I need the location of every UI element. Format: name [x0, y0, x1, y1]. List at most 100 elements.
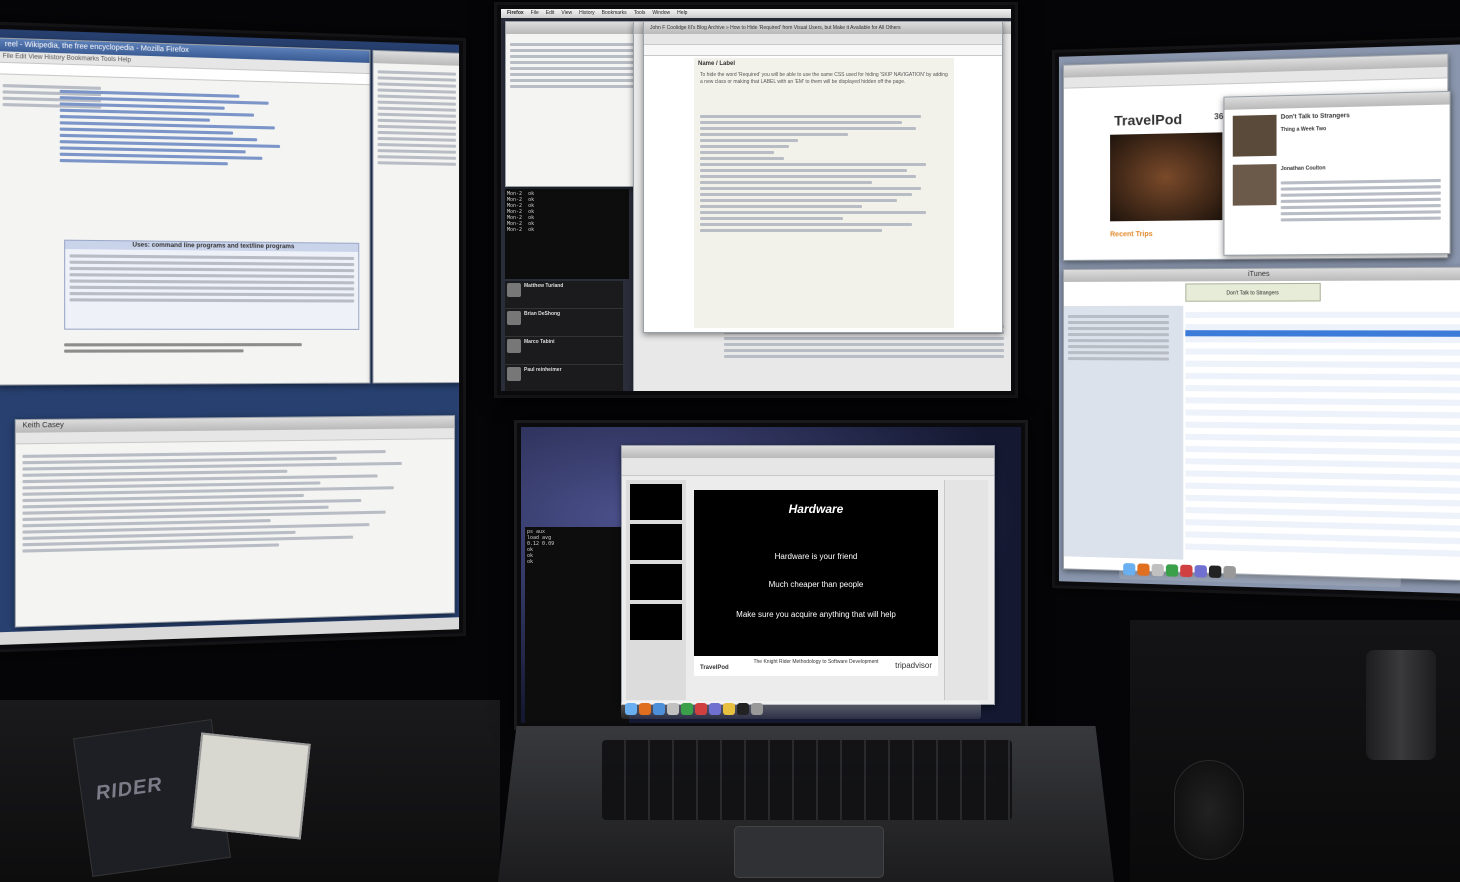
menubar-firefox[interactable]: Firefox	[507, 9, 524, 18]
left-screen: reel - Wikipedia, the free encyclopedia …	[0, 28, 460, 646]
avatar	[507, 311, 521, 325]
article-heading: Name / Label	[698, 61, 736, 67]
buddy-list-window[interactable]	[372, 49, 460, 384]
profile-subheading: Thing a Week Two	[1280, 126, 1327, 134]
chat-window[interactable]: Keith Casey	[14, 415, 456, 628]
right-monitor: TravelPod 36,62 Recent Trips Don't Talk …	[1052, 36, 1460, 602]
firefox-window[interactable]: reel - Wikipedia, the free encyclopedia …	[0, 37, 371, 386]
album-art	[1232, 114, 1277, 157]
safari-icon[interactable]	[653, 703, 665, 715]
avatar	[507, 283, 521, 297]
tweet-item[interactable]: Paul reinheimer	[505, 365, 623, 391]
image-info-titlebar	[506, 22, 638, 34]
laptop-screen: ps aux load avg 0.12 0.09 ok ok ok Hardw…	[514, 420, 1028, 730]
inspector-panel[interactable]	[944, 480, 988, 700]
tweet-author: Marco Tabini	[524, 339, 555, 345]
slide-bullet-3: Make sure you acquire anything that will…	[736, 610, 896, 619]
travelpod-logo[interactable]: TravelPod	[1114, 111, 1182, 129]
drink-can	[1366, 650, 1436, 760]
dvd-case	[191, 732, 311, 840]
profile-heading: Don't Talk to Strangers	[1280, 113, 1350, 121]
menubar-bookmarks[interactable]: Bookmarks	[602, 9, 627, 18]
slide-footer: TravelPod The Knight Rider Methodology t…	[694, 656, 938, 676]
recent-trips-heading[interactable]: Recent Trips	[1110, 231, 1153, 238]
laptop-terminal[interactable]: ps aux load avg 0.12 0.09 ok ok ok	[525, 527, 629, 723]
artist-photo	[1232, 164, 1277, 206]
slide-thumbnails[interactable]	[626, 480, 686, 700]
image-info-window[interactable]	[505, 21, 639, 187]
wiki-footer	[64, 340, 359, 356]
tweet-author: Brian DeShong	[524, 311, 561, 317]
slide-thumbnail[interactable]	[630, 484, 682, 520]
terminal-window[interactable]: Mon-2 ok Mon-2 ok Mon-2 ok Mon-2 ok Mon-…	[505, 189, 629, 279]
laptop-base	[498, 726, 1114, 882]
blog-browser-titlebar: John F Coolidge III's Blog Archive » How…	[644, 22, 1002, 34]
messages-icon[interactable]	[681, 703, 693, 715]
tweet-item[interactable]: Marco Tabini	[505, 337, 623, 365]
itunes-window[interactable]: iTunes Don't Talk to Strangers	[1062, 266, 1460, 582]
calendar-icon[interactable]	[695, 703, 707, 715]
laptop-display: ps aux load avg 0.12 0.09 ok ok ok Hardw…	[521, 427, 1021, 723]
presentation-window[interactable]: Hardware Hardware is your friend Much ch…	[621, 445, 995, 705]
mail-icon[interactable]	[1151, 563, 1164, 577]
itunes-track-list[interactable]	[1185, 305, 1460, 557]
slide-title: Hardware	[788, 502, 844, 516]
mac-dock-laptop[interactable]	[621, 701, 981, 719]
slide-thumbnail[interactable]	[630, 564, 682, 600]
slide-thumbnail[interactable]	[630, 524, 682, 560]
menubar-history[interactable]: History	[579, 9, 595, 18]
right-screen: TravelPod 36,62 Recent Trips Don't Talk …	[1058, 44, 1460, 594]
infobox-header: Uses: command line programs and text/lin…	[65, 240, 359, 252]
itunes-icon[interactable]	[709, 703, 721, 715]
twitter-client[interactable]: Matthew Turland Brian DeShong Marco Tabi…	[505, 281, 623, 391]
menubar-file[interactable]: File	[531, 9, 539, 18]
blog-article: Name / Label To hide the word 'Required'…	[694, 58, 954, 328]
presentation-toolbar[interactable]	[622, 458, 994, 476]
itunes-selected-track[interactable]	[1185, 330, 1460, 337]
calendar-icon[interactable]	[1180, 564, 1193, 578]
menubar-view[interactable]: View	[561, 9, 572, 18]
top-screen: Firefox File Edit View History Bookmarks…	[501, 9, 1011, 391]
tweet-author: Paul reinheimer	[524, 367, 562, 373]
menubar-edit[interactable]: Edit	[546, 9, 555, 18]
slide-bullet-1: Hardware is your friend	[774, 552, 858, 561]
itunes-now-playing: Don't Talk to Strangers	[1185, 282, 1321, 302]
keynote-icon[interactable]	[723, 703, 735, 715]
trash-icon[interactable]	[751, 703, 763, 715]
artist-name: Jonathan Coulton	[1280, 165, 1326, 173]
artist-profile-window[interactable]: Don't Talk to Strangers Thing a Week Two…	[1223, 90, 1451, 256]
book-title: RIDER	[94, 773, 164, 805]
tweet-item[interactable]: Matthew Turland	[505, 281, 623, 309]
travelpod-hero-image[interactable]	[1110, 132, 1223, 222]
laptop-trackpad[interactable]	[734, 826, 884, 878]
slide-bullet-2: Much cheaper than people	[768, 580, 864, 589]
finder-icon[interactable]	[1123, 563, 1136, 576]
firefox-icon[interactable]	[639, 703, 651, 715]
itunes-icon[interactable]	[1194, 565, 1207, 578]
menubar-window[interactable]: Window	[652, 9, 670, 18]
menubar-tools[interactable]: Tools	[634, 9, 646, 18]
buddy-list-titlebar	[373, 50, 460, 66]
terminal-icon[interactable]	[1208, 565, 1222, 579]
trash-icon[interactable]	[1223, 565, 1236, 579]
tweet-author: Matthew Turland	[524, 283, 564, 289]
firefox-icon[interactable]	[1137, 563, 1150, 576]
mail-icon[interactable]	[667, 703, 679, 715]
menubar-help[interactable]: Help	[677, 9, 687, 18]
itunes-sidebar[interactable]	[1063, 305, 1184, 560]
slide-thumbnail[interactable]	[630, 604, 682, 640]
messages-icon[interactable]	[1165, 564, 1179, 577]
chat-log	[22, 446, 442, 555]
wiki-article-text	[59, 87, 355, 171]
laptop-keyboard[interactable]	[602, 740, 1012, 820]
mac-menubar[interactable]: Firefox File Edit View History Bookmarks…	[501, 9, 1011, 18]
terminal-icon[interactable]	[737, 703, 749, 715]
finder-icon[interactable]	[625, 703, 637, 715]
current-slide[interactable]: Hardware Hardware is your friend Much ch…	[694, 490, 938, 676]
blog-browser-toolbar[interactable]	[644, 34, 1002, 45]
top-monitor: Firefox File Edit View History Bookmarks…	[494, 2, 1018, 398]
blog-bookmarks-bar[interactable]	[644, 45, 1002, 56]
blog-browser-window[interactable]: John F Coolidge III's Blog Archive » How…	[643, 21, 1003, 333]
slide-footer-brand-right: tripadvisor	[895, 661, 932, 670]
tweet-item[interactable]: Brian DeShong	[505, 309, 623, 337]
